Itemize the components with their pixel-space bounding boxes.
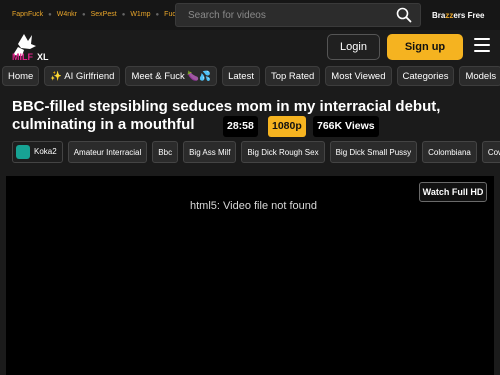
brazzers-brand-rest: ers <box>453 11 466 20</box>
nav-models[interactable]: Models <box>459 66 500 86</box>
site-logo[interactable]: MILF XL <box>10 32 54 62</box>
site-header: MILF XL Login Sign up <box>0 30 500 66</box>
tag-chip[interactable]: Big Ass Milf <box>183 141 237 163</box>
tag-chip[interactable]: Colombiana <box>422 141 477 163</box>
player-error-message: html5: Video file not found <box>190 200 317 212</box>
top-partner-bar: FapnFuck● W4nkr● SexPest● W1mp● Fuqster … <box>0 0 500 30</box>
partner-link[interactable]: W4nkr <box>57 11 77 18</box>
search-box <box>175 3 421 27</box>
main-nav: Home ✨ AI Girlfriend Meet & Fuck 🍆💦 Late… <box>0 66 500 88</box>
uploader-chip[interactable]: Koka2 <box>12 141 63 163</box>
tag-chip[interactable]: Amateur Interracial <box>67 141 148 163</box>
nav-categories[interactable]: Categories <box>396 66 455 86</box>
partner-link[interactable]: SexPest <box>91 11 117 18</box>
video-player[interactable]: Watch Full HD html5: Video file not foun… <box>6 176 494 375</box>
tag-chip[interactable]: Bbc <box>152 141 179 163</box>
user-icon <box>16 145 30 159</box>
search-icon[interactable] <box>396 7 412 23</box>
nav-meet-and-fuck[interactable]: Meet & Fuck 🍆💦 <box>125 66 218 86</box>
nav-ai-girlfriend[interactable]: ✨ AI Girlfriend <box>44 66 121 86</box>
separator-dot: ● <box>48 11 52 18</box>
tag-chip[interactable]: Cow <box>481 141 500 163</box>
video-tags: Koka2 Amateur Interracial Bbc Big Ass Mi… <box>12 141 500 165</box>
brazzers-free-label: Free <box>465 11 485 20</box>
brazzers-brand: Bra <box>432 11 446 20</box>
watch-full-hd-button[interactable]: Watch Full HD <box>419 182 487 202</box>
svg-text:MILF: MILF <box>12 52 33 62</box>
svg-text:XL: XL <box>37 52 49 62</box>
separator-dot: ● <box>121 11 126 18</box>
search-input[interactable] <box>188 8 388 23</box>
quality-badge: 1080p <box>268 116 306 137</box>
nav-home[interactable]: Home <box>2 66 40 86</box>
duration-badge: 28:58 <box>223 116 258 137</box>
signup-button[interactable]: Sign up <box>387 34 463 60</box>
uploader-name: Koka2 <box>34 147 57 156</box>
brazzers-free-link[interactable]: Brazzers Free <box>432 11 484 20</box>
tag-chip[interactable]: Big Dick Rough Sex <box>241 141 325 163</box>
separator-dot: ● <box>155 11 160 18</box>
tag-chip[interactable]: Big Dick Small Pussy <box>329 141 418 163</box>
nav-most-viewed[interactable]: Most Viewed <box>325 66 392 86</box>
separator-dot: ● <box>81 11 86 18</box>
login-button[interactable]: Login <box>327 34 380 60</box>
partner-link[interactable]: W1mp <box>130 11 150 18</box>
nav-top-rated[interactable]: Top Rated <box>264 66 321 86</box>
partner-sites: FapnFuck● W4nkr● SexPest● W1mp● Fuqster <box>12 11 188 18</box>
nav-latest[interactable]: Latest <box>222 66 260 86</box>
views-badge: 766K Views <box>313 116 379 137</box>
hamburger-menu-icon[interactable] <box>474 38 490 56</box>
partner-link[interactable]: FapnFuck <box>12 11 43 18</box>
